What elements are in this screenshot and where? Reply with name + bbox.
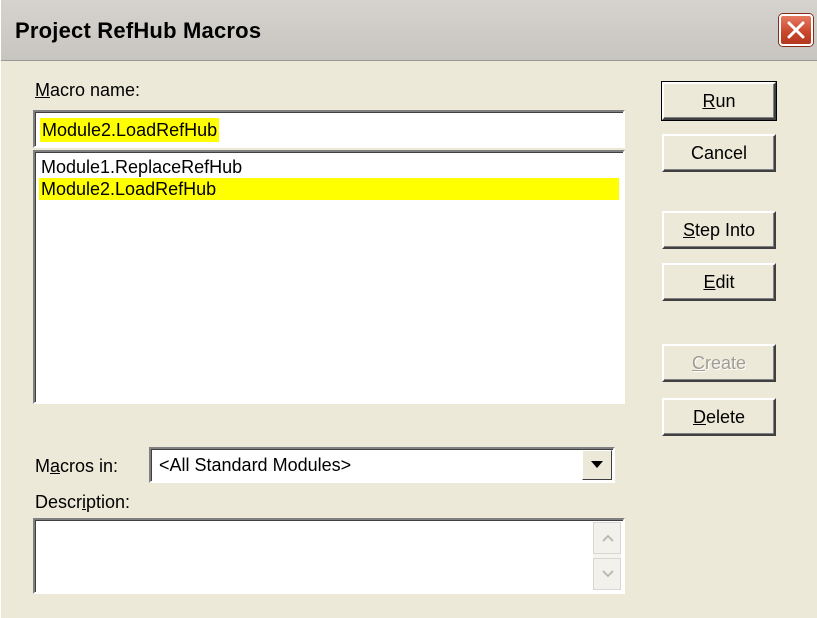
edit-button[interactable]: Edit bbox=[662, 263, 776, 301]
list-item-macro-1[interactable]: Module1.ReplaceRefHub bbox=[39, 156, 242, 178]
macros-dialog: Project RefHub Macros Macro name: Module… bbox=[0, 0, 817, 618]
run-button[interactable]: Run bbox=[661, 81, 777, 121]
macros-in-select[interactable]: <All Standard Modules> bbox=[149, 447, 615, 483]
title-bar[interactable]: Project RefHub Macros bbox=[1, 0, 817, 61]
cancel-button[interactable]: Cancel bbox=[662, 134, 776, 172]
close-icon bbox=[787, 21, 805, 39]
macro-name-label: Macro name: bbox=[35, 80, 141, 100]
scroll-up-arrow-icon bbox=[602, 534, 614, 542]
description-field[interactable] bbox=[33, 518, 625, 594]
scroll-down-arrow-icon bbox=[602, 570, 614, 578]
macro-name-input[interactable]: Module2.LoadRefHub bbox=[33, 110, 625, 148]
macros-in-value: <All Standard Modules> bbox=[159, 455, 352, 475]
macro-list[interactable]: Module1.ReplaceRefHub Module2.LoadRefHub bbox=[33, 150, 625, 404]
create-button[interactable]: Create bbox=[662, 344, 776, 382]
delete-button[interactable]: Delete bbox=[662, 398, 776, 436]
description-label: Description: bbox=[35, 492, 131, 512]
list-item-macro-2-selected[interactable]: Module2.LoadRefHub bbox=[39, 178, 619, 200]
window-title: Project RefHub Macros bbox=[15, 18, 262, 43]
macro-name-value: Module2.LoadRefHub bbox=[40, 118, 220, 142]
step-into-button[interactable]: Step Into bbox=[662, 211, 776, 249]
close-button[interactable] bbox=[779, 14, 813, 46]
chevron-down-icon bbox=[591, 461, 603, 468]
description-scrollbar[interactable] bbox=[593, 522, 621, 590]
scroll-down-button[interactable] bbox=[593, 558, 621, 590]
scroll-up-button[interactable] bbox=[593, 522, 621, 554]
macros-in-dropdown-button[interactable] bbox=[582, 450, 612, 480]
macros-in-label: Macros in: bbox=[35, 456, 119, 476]
